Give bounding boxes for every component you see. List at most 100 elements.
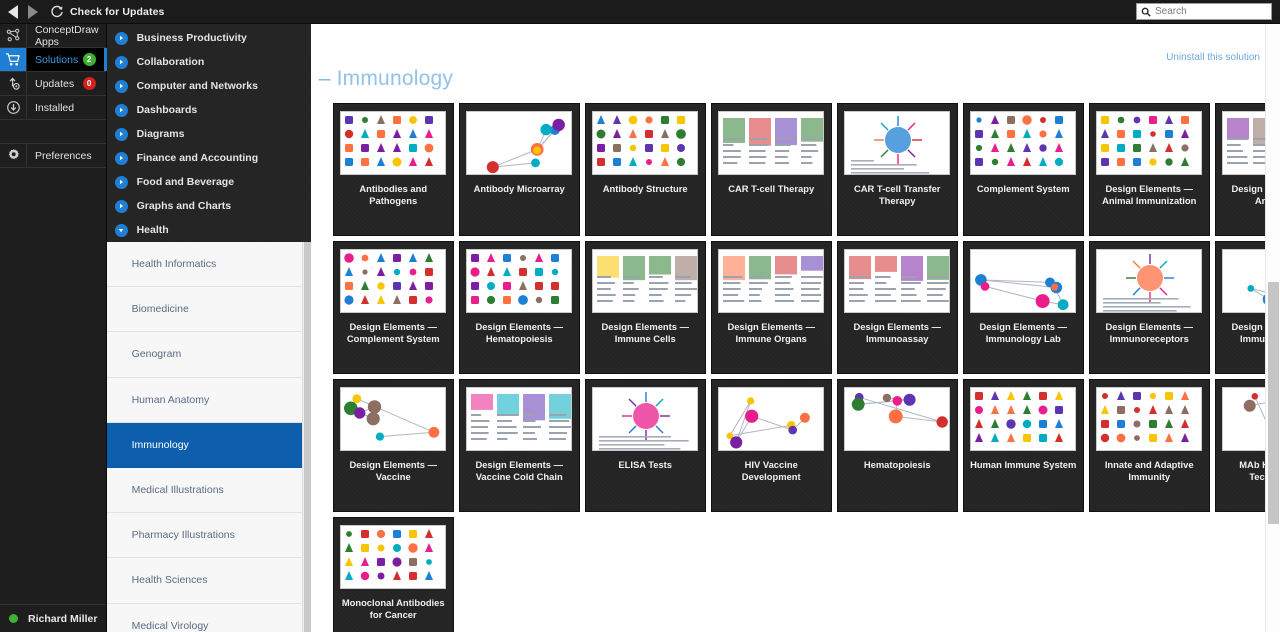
- category-dashboards[interactable]: Dashboards: [107, 98, 311, 122]
- solution-card[interactable]: CAR T-cell Transfer Therapy: [836, 103, 958, 236]
- rail-divider: [0, 120, 106, 144]
- search-input[interactable]: [1155, 6, 1267, 17]
- category-health[interactable]: Health: [107, 218, 311, 242]
- solution-thumbnail[interactable]: [718, 387, 825, 451]
- solution-thumbnail[interactable]: [844, 249, 951, 313]
- solution-card[interactable]: ELISA Tests: [584, 379, 706, 512]
- search-box[interactable]: [1136, 3, 1272, 20]
- gear-icon: [0, 144, 27, 167]
- category-finance-and-accounting[interactable]: Finance and Accounting: [107, 146, 311, 170]
- solution-card-label: HIV Vaccine Development: [741, 459, 801, 482]
- solution-card[interactable]: Innate and Adaptive Immunity: [1088, 379, 1210, 512]
- solution-card[interactable]: Design Elements — Immunology Lab: [962, 241, 1084, 374]
- shopping-cart-icon: [0, 48, 27, 71]
- solution-card[interactable]: Design Elements — Immune Cells: [584, 241, 706, 374]
- solution-thumbnail[interactable]: [592, 249, 699, 313]
- solution-card[interactable]: Monoclonal Antibodies for Cancer: [332, 517, 454, 632]
- uninstall-solution-link[interactable]: Uninstall this solution: [1166, 52, 1260, 63]
- solution-card[interactable]: Hematopoiesis: [836, 379, 958, 512]
- solution-card-label: Complement System: [976, 183, 1070, 194]
- solution-thumbnail[interactable]: [466, 387, 573, 451]
- solution-thumbnail[interactable]: [340, 249, 447, 313]
- solution-thumbnail[interactable]: [718, 111, 825, 175]
- category-label: Finance and Accounting: [136, 152, 259, 164]
- solution-thumbnail[interactable]: [844, 111, 951, 175]
- category-food-and-beverage[interactable]: Food and Beverage: [107, 170, 311, 194]
- refresh-icon[interactable]: [50, 5, 64, 19]
- category-graphs-and-charts[interactable]: Graphs and Charts: [107, 194, 311, 218]
- solution-thumbnail[interactable]: [970, 249, 1077, 313]
- rail-item-installed[interactable]: Installed: [0, 96, 106, 120]
- solution-card[interactable]: Design Elements — Hematopoiesis: [458, 241, 580, 374]
- solution-thumbnail[interactable]: [592, 111, 699, 175]
- solution-card-label: Design Elements — Complement System: [346, 321, 440, 344]
- solution-card[interactable]: Design Elements — Vaccine Cold Chain: [458, 379, 580, 512]
- solution-thumbnail[interactable]: [970, 387, 1077, 451]
- solution-card-label: Design Elements — Vaccine Cold Chain: [475, 459, 563, 482]
- chevron-right-icon: [114, 175, 128, 189]
- category-diagrams[interactable]: Diagrams: [107, 122, 311, 146]
- solution-card[interactable]: Antibody Structure: [584, 103, 706, 236]
- solution-card[interactable]: Design Elements — Complement System: [332, 241, 454, 374]
- solution-card-label: Innate and Adaptive Immunity: [1104, 459, 1194, 482]
- solution-thumbnail[interactable]: [1096, 111, 1203, 175]
- solution-card-label: CAR T-cell Therapy: [728, 183, 815, 194]
- solution-card[interactable]: Human Immune System: [962, 379, 1084, 512]
- category-business-productivity[interactable]: Business Productivity: [107, 26, 311, 50]
- solution-thumbnail[interactable]: [718, 249, 825, 313]
- check-for-updates-label[interactable]: Check for Updates: [70, 6, 164, 18]
- solution-thumbnail[interactable]: [970, 111, 1077, 175]
- solution-thumbnail[interactable]: [1096, 387, 1203, 451]
- subcategory-pharmacy-illustrations[interactable]: Pharmacy Illustrations: [106, 513, 311, 559]
- subcategory-genogram[interactable]: Genogram: [106, 332, 311, 378]
- category-collaboration[interactable]: Collaboration: [107, 50, 311, 74]
- category-label: Business Productivity: [136, 32, 247, 44]
- page-title-text: Immunology: [336, 67, 454, 90]
- collapse-dash-icon[interactable]: –: [319, 67, 331, 90]
- rail-item-preferences[interactable]: Preferences: [0, 144, 106, 168]
- category-computer-and-networks[interactable]: Computer and Networks: [107, 74, 311, 98]
- rail-item-solutions[interactable]: Solutions 2: [0, 48, 107, 72]
- solution-card[interactable]: Design Elements — Vaccine: [332, 379, 454, 512]
- solution-thumbnail[interactable]: [592, 387, 699, 451]
- solution-card-label: Design Elements — Immune Cells: [601, 321, 689, 344]
- content-scrollbar[interactable]: [1265, 24, 1280, 632]
- solution-card[interactable]: Complement System: [962, 103, 1084, 236]
- solution-thumbnail[interactable]: [1096, 249, 1203, 313]
- subcategory-health-informatics[interactable]: Health Informatics: [106, 242, 311, 288]
- solution-card[interactable]: Design Elements — Immunoreceptors: [1088, 241, 1210, 374]
- triangle-right-icon[interactable]: [28, 4, 38, 19]
- update-arrow-icon: [0, 72, 27, 95]
- solution-thumbnail[interactable]: [844, 387, 951, 451]
- solution-thumbnail[interactable]: [340, 111, 447, 175]
- solution-content-panel: Uninstall this solution – Immunology Ant…: [310, 24, 1280, 632]
- category-label: Dashboards: [136, 104, 198, 116]
- solution-card[interactable]: Design Elements — Immunoassay: [836, 241, 958, 374]
- conceptdraw-solution-browser: Check for Updates Search ConceptDraw App…: [0, 0, 1280, 632]
- solution-thumbnail[interactable]: [340, 387, 447, 451]
- subcategory-biomedicine[interactable]: Biomedicine: [106, 287, 311, 333]
- subcategory-medical-virology[interactable]: Medical Virology: [107, 604, 311, 632]
- solution-card[interactable]: Design Elements — Immune Organs: [710, 241, 832, 374]
- solution-thumbnail[interactable]: [466, 249, 573, 313]
- rail-item-conceptdraw-apps[interactable]: ConceptDraw Apps: [0, 24, 106, 48]
- subcategory-health-sciences[interactable]: Health Sciences: [106, 558, 311, 604]
- solution-thumbnail[interactable]: [466, 111, 573, 175]
- subcategory-human-anatomy[interactable]: Human Anatomy: [106, 378, 311, 423]
- solution-card[interactable]: Antibodies and Pathogens: [332, 103, 454, 236]
- subcategory-immunology[interactable]: Immunology: [106, 422, 311, 468]
- rail-filler: [0, 168, 106, 604]
- rail-item-label: Installed: [35, 101, 75, 114]
- subcategory-scrollbar-thumb[interactable]: [303, 242, 311, 632]
- subcategory-medical-illustrations[interactable]: Medical Illustrations: [106, 468, 311, 514]
- category-label: Graphs and Charts: [136, 200, 232, 212]
- content-scrollbar-thumb[interactable]: [1268, 282, 1279, 524]
- subcategory-scrollbar[interactable]: [301, 242, 311, 632]
- solution-card[interactable]: HIV Vaccine Development: [710, 379, 832, 512]
- triangle-left-icon[interactable]: [8, 4, 18, 19]
- solution-card[interactable]: CAR T-cell Therapy: [710, 103, 832, 236]
- solution-card[interactable]: Antibody Microarray: [458, 103, 580, 236]
- solution-thumbnail[interactable]: [340, 525, 447, 589]
- solution-card[interactable]: Design Elements — Animal Immunization: [1088, 103, 1210, 236]
- rail-item-updates[interactable]: Updates 0: [0, 72, 106, 96]
